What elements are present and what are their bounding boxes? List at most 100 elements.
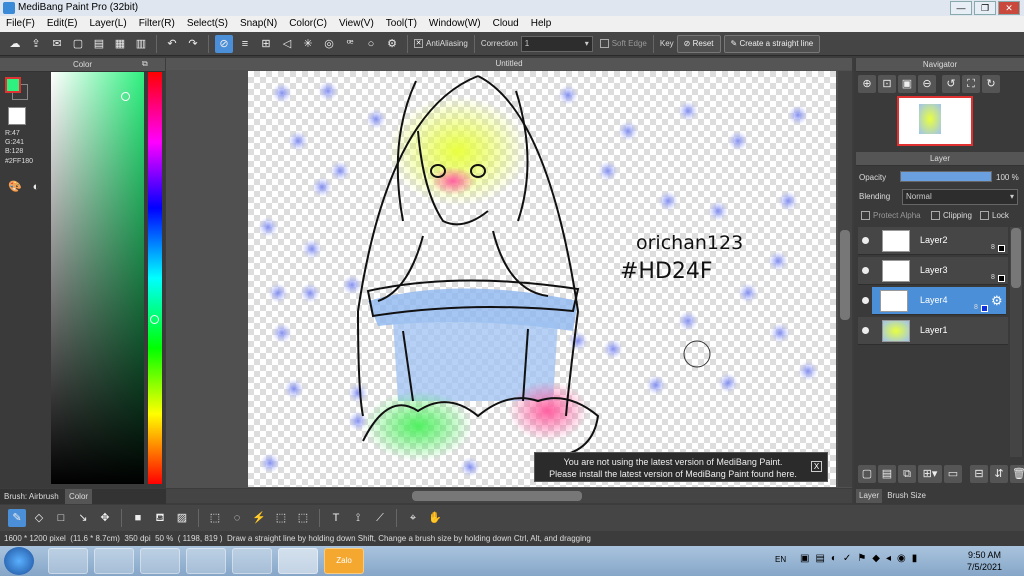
grid-icon[interactable]: ▦ — [111, 35, 129, 53]
zoom-out-icon[interactable]: ⊖ — [918, 75, 936, 93]
menu-tool[interactable]: Tool(T) — [380, 16, 423, 32]
add-layer-menu-icon[interactable]: ⊞▾ — [918, 465, 942, 483]
saturation-value-picker[interactable] — [51, 72, 144, 484]
internet-explorer-icon[interactable] — [140, 548, 180, 574]
chrome-icon[interactable] — [186, 548, 226, 574]
fill-rect-icon[interactable]: ■ — [129, 509, 147, 527]
color-picker-icon[interactable]: ◐ — [27, 178, 45, 196]
layer-settings-icon[interactable]: ⇵ — [990, 465, 1008, 483]
menu-edit[interactable]: Edit(E) — [41, 16, 84, 32]
lock-checkbox[interactable]: Lock — [980, 211, 1009, 221]
menu-color[interactable]: Color(C) — [283, 16, 333, 32]
start-button[interactable] — [4, 547, 34, 575]
layer-row[interactable]: Layer2 8 — [858, 227, 1008, 255]
reset-button[interactable]: ⊘ Reset — [676, 34, 721, 53]
zalo-icon[interactable]: Zalo — [324, 548, 364, 574]
lasso-tool-icon[interactable]: ◌ — [228, 509, 246, 527]
medibang-taskbar-icon[interactable] — [278, 548, 318, 574]
layer-row[interactable]: Layer1 — [858, 317, 1008, 345]
menu-select[interactable]: Select(S) — [181, 16, 234, 32]
cross-snap-icon[interactable]: ⊞ — [257, 35, 275, 53]
protect-alpha-checkbox[interactable]: Protect Alpha — [861, 211, 921, 221]
circle-snap-icon[interactable]: ○ — [362, 35, 380, 53]
eraser-tool-icon[interactable]: ◇ — [30, 509, 48, 527]
close-button[interactable]: ✕ — [998, 1, 1020, 15]
minimize-button[interactable]: — — [950, 1, 972, 15]
undock-icon[interactable]: ⧉ — [142, 59, 148, 69]
clock[interactable]: 9:50 AM 7/5/2021 — [967, 549, 1002, 573]
coc-coc-icon[interactable] — [232, 548, 272, 574]
vertical-scroll-thumb[interactable] — [840, 230, 850, 320]
system-tray-icons[interactable]: ▣▤◐✓⚑◆◂◉▮ — [800, 553, 923, 564]
layer-scrollbar[interactable] — [1010, 227, 1022, 457]
media-player-icon[interactable] — [94, 548, 134, 574]
chat-icon[interactable]: ✉ — [48, 35, 66, 53]
sv-cursor[interactable] — [121, 92, 130, 101]
new-layer-icon[interactable]: ▢ — [858, 465, 876, 483]
divide-tool-icon[interactable]: ⟟ — [349, 509, 367, 527]
select-eraser-icon[interactable]: ⬚ — [294, 509, 312, 527]
artboard[interactable]: orichan123 #HD24F — [248, 71, 836, 487]
language-indicator[interactable]: EN — [775, 555, 786, 564]
actual-size-icon[interactable]: ▣ — [898, 75, 916, 93]
hand-tool-icon[interactable]: ✋ — [426, 509, 444, 527]
menu-layer[interactable]: Layer(L) — [83, 16, 132, 32]
bucket-tool-icon[interactable]: ⛾ — [151, 509, 169, 527]
navigator-preview[interactable] — [897, 96, 973, 146]
visibility-icon[interactable] — [862, 297, 869, 304]
tab-layer[interactable]: Layer — [856, 489, 883, 503]
visibility-icon[interactable] — [862, 327, 869, 334]
cloud-icon[interactable]: ☁ — [6, 35, 24, 53]
rotate-left-icon[interactable]: ↺ — [942, 75, 960, 93]
select-tool-icon[interactable]: ⬚ — [206, 509, 224, 527]
parallel-snap-icon[interactable]: ≡ — [236, 35, 254, 53]
menu-help[interactable]: Help — [525, 16, 558, 32]
horizontal-scroll-thumb[interactable] — [412, 491, 582, 501]
antialiasing-checkbox[interactable]: ✕ AntiAliasing — [414, 39, 468, 49]
menu-window[interactable]: Window(W) — [423, 16, 487, 32]
export-icon[interactable]: ⇪ — [27, 35, 45, 53]
panel-tool-icon[interactable]: ⟋ — [371, 509, 389, 527]
transparent-color-swatch[interactable] — [8, 107, 26, 125]
snap-off-icon[interactable]: ⊘ — [215, 34, 233, 53]
brush-tool-icon[interactable]: ✎ — [8, 509, 26, 527]
soft-edge-checkbox[interactable]: Soft Edge — [599, 39, 647, 49]
menu-snap[interactable]: Snap(N) — [234, 16, 283, 32]
layers-icon[interactable]: ▥ — [132, 35, 150, 53]
clipping-checkbox[interactable]: Clipping — [931, 211, 972, 221]
fit-icon[interactable]: ⊡ — [878, 75, 896, 93]
snap-settings-icon[interactable]: ⚙ — [383, 35, 401, 53]
maximize-button[interactable]: ❐ — [974, 1, 996, 15]
copy-layer-icon[interactable]: ⧉ — [898, 465, 916, 483]
select-pen-icon[interactable]: ⬚ — [272, 509, 290, 527]
undo-icon[interactable]: ↶ — [163, 35, 181, 53]
curve-snap-icon[interactable]: ꟹ — [341, 35, 359, 53]
menu-view[interactable]: View(V) — [333, 16, 380, 32]
blending-select[interactable]: Normal ▾ — [902, 189, 1018, 205]
eyedropper-tool-icon[interactable]: ⌖ — [404, 509, 422, 527]
fullscreen-icon[interactable]: ⛶ — [962, 75, 980, 93]
redo-icon[interactable]: ↷ — [184, 35, 202, 53]
update-notice[interactable]: You are not using the latest version of … — [534, 452, 828, 482]
delete-layer-icon[interactable]: 🗑 — [1010, 465, 1024, 483]
merge-layer-icon[interactable]: ⊟ — [970, 465, 988, 483]
gear-icon[interactable]: ⚙ — [991, 293, 1003, 309]
create-straight-line-button[interactable]: ✎ Create a straight line — [723, 34, 821, 53]
correction-select[interactable]: 1 ▾ — [520, 35, 593, 52]
radial-snap-icon[interactable]: ✳ — [299, 35, 317, 53]
tab-color[interactable]: Color — [64, 489, 93, 504]
concentric-snap-icon[interactable]: ◎ — [320, 35, 338, 53]
hue-cursor[interactable] — [150, 315, 159, 324]
opacity-slider[interactable] — [900, 171, 992, 182]
page-icon[interactable]: ▢ — [69, 35, 87, 53]
visibility-icon[interactable] — [862, 237, 869, 244]
tab-brush[interactable]: Brush: Airbrush — [0, 492, 63, 501]
layer-row-selected[interactable]: Layer4 8 ⚙ — [872, 287, 1006, 315]
layer-scroll-thumb[interactable] — [1011, 228, 1021, 288]
line-tool-icon[interactable]: ↘ — [74, 509, 92, 527]
visibility-icon[interactable] — [862, 267, 869, 274]
tab-brush-size[interactable]: Brush Size — [884, 491, 929, 500]
hue-slider[interactable] — [148, 72, 162, 484]
dot-tool-icon[interactable]: □ — [52, 509, 70, 527]
rotate-right-icon[interactable]: ↻ — [982, 75, 1000, 93]
